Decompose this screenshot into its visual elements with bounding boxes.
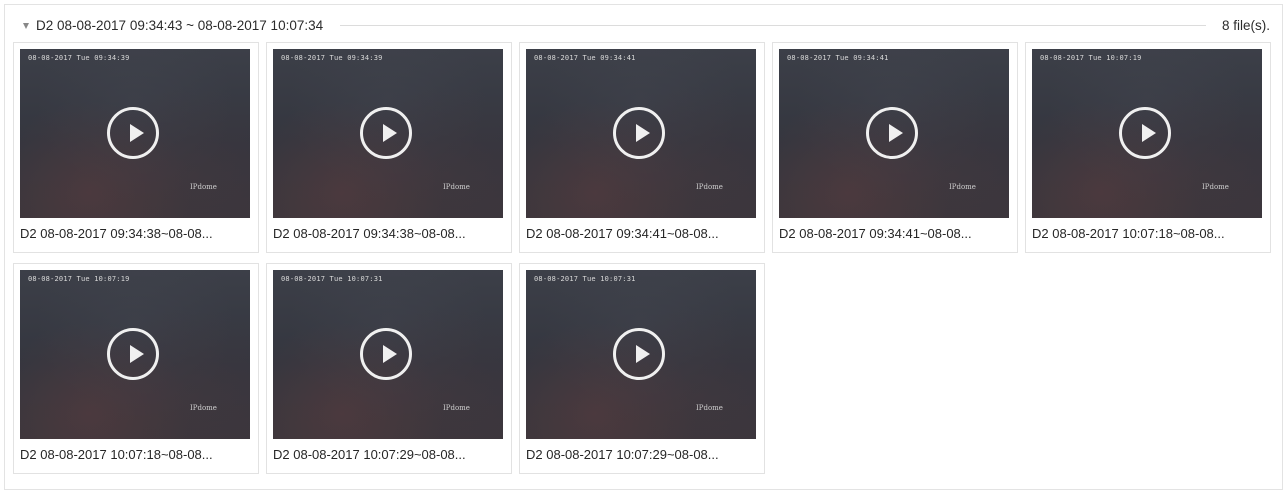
thumbnail-camera-name: IPdome bbox=[190, 404, 217, 412]
video-file-tile[interactable]: 08-08-2017 Tue 10:07:31 IPdome D2 08-08-… bbox=[266, 263, 512, 474]
file-name: D2 08-08-2017 09:34:38~08-08... bbox=[273, 226, 466, 241]
thumbnail-timestamp: 08-08-2017 Tue 10:07:19 bbox=[28, 275, 130, 283]
play-circle-icon[interactable] bbox=[360, 328, 412, 380]
video-thumbnail[interactable]: 08-08-2017 Tue 09:34:41 IPdome bbox=[526, 49, 756, 218]
thumbnail-camera-name: IPdome bbox=[1202, 183, 1229, 191]
video-file-tile[interactable]: 08-08-2017 Tue 10:07:19 IPdome D2 08-08-… bbox=[13, 263, 259, 474]
play-circle-icon[interactable] bbox=[613, 328, 665, 380]
file-name: D2 08-08-2017 10:07:18~08-08... bbox=[1032, 226, 1225, 241]
thumbnail-camera-name: IPdome bbox=[696, 183, 723, 191]
thumbnail-timestamp: 08-08-2017 Tue 10:07:31 bbox=[534, 275, 636, 283]
file-name: D2 08-08-2017 10:07:29~08-08... bbox=[526, 447, 719, 462]
group-title: D2 08-08-2017 09:34:43 ~ 08-08-2017 10:0… bbox=[36, 17, 324, 33]
thumbnail-camera-name: IPdome bbox=[190, 183, 217, 191]
file-name: D2 08-08-2017 10:07:18~08-08... bbox=[20, 447, 213, 462]
thumbnail-timestamp: 08-08-2017 Tue 09:34:39 bbox=[28, 54, 130, 62]
play-circle-icon[interactable] bbox=[360, 107, 412, 159]
file-count: 8 file(s). bbox=[1221, 17, 1270, 33]
play-circle-icon[interactable] bbox=[866, 107, 918, 159]
thumbnail-timestamp: 08-08-2017 Tue 09:34:41 bbox=[787, 54, 889, 62]
file-name: D2 08-08-2017 09:34:38~08-08... bbox=[20, 226, 213, 241]
video-file-tile[interactable]: 08-08-2017 Tue 09:34:39 IPdome D2 08-08-… bbox=[266, 42, 512, 253]
video-file-tile[interactable]: 08-08-2017 Tue 10:07:19 IPdome D2 08-08-… bbox=[1025, 42, 1271, 253]
file-name: D2 08-08-2017 09:34:41~08-08... bbox=[526, 226, 719, 241]
video-thumbnail[interactable]: 08-08-2017 Tue 09:34:39 IPdome bbox=[20, 49, 250, 218]
play-circle-icon[interactable] bbox=[1119, 107, 1171, 159]
video-thumbnail[interactable]: 08-08-2017 Tue 10:07:19 IPdome bbox=[1032, 49, 1262, 218]
thumbnail-camera-name: IPdome bbox=[443, 404, 470, 412]
video-thumbnail[interactable]: 08-08-2017 Tue 09:34:39 IPdome bbox=[273, 49, 503, 218]
thumbnail-timestamp: 08-08-2017 Tue 10:07:19 bbox=[1040, 54, 1142, 62]
play-circle-icon[interactable] bbox=[107, 107, 159, 159]
thumbnail-camera-name: IPdome bbox=[443, 183, 470, 191]
file-name: D2 08-08-2017 09:34:41~08-08... bbox=[779, 226, 972, 241]
group-divider bbox=[340, 24, 1206, 26]
file-name: D2 08-08-2017 10:07:29~08-08... bbox=[273, 447, 466, 462]
thumbnail-timestamp: 08-08-2017 Tue 09:34:39 bbox=[281, 54, 383, 62]
thumbnail-camera-name: IPdome bbox=[949, 183, 976, 191]
play-circle-icon[interactable] bbox=[107, 328, 159, 380]
video-file-tile[interactable]: 08-08-2017 Tue 10:07:31 IPdome D2 08-08-… bbox=[519, 263, 765, 474]
video-thumbnail[interactable]: 08-08-2017 Tue 10:07:19 IPdome bbox=[20, 270, 250, 439]
caret-down-icon[interactable] bbox=[23, 22, 29, 29]
group-toggle[interactable]: D2 08-08-2017 09:34:43 ~ 08-08-2017 10:0… bbox=[23, 18, 323, 33]
video-thumbnail[interactable]: 08-08-2017 Tue 10:07:31 IPdome bbox=[526, 270, 756, 439]
video-thumbnail[interactable]: 08-08-2017 Tue 10:07:31 IPdome bbox=[273, 270, 503, 439]
video-thumbnail[interactable]: 08-08-2017 Tue 09:34:41 IPdome bbox=[779, 49, 1009, 218]
video-file-tile[interactable]: 08-08-2017 Tue 09:34:41 IPdome D2 08-08-… bbox=[519, 42, 765, 253]
thumbnail-timestamp: 08-08-2017 Tue 10:07:31 bbox=[281, 275, 383, 283]
thumbnail-camera-name: IPdome bbox=[696, 404, 723, 412]
thumbnail-timestamp: 08-08-2017 Tue 09:34:41 bbox=[534, 54, 636, 62]
video-file-tile[interactable]: 08-08-2017 Tue 09:34:41 IPdome D2 08-08-… bbox=[772, 42, 1018, 253]
group-header: D2 08-08-2017 09:34:43 ~ 08-08-2017 10:0… bbox=[23, 16, 1270, 34]
video-file-tile[interactable]: 08-08-2017 Tue 09:34:39 IPdome D2 08-08-… bbox=[13, 42, 259, 253]
play-circle-icon[interactable] bbox=[613, 107, 665, 159]
thumbnail-grid: 08-08-2017 Tue 09:34:39 IPdome D2 08-08-… bbox=[13, 42, 1271, 474]
